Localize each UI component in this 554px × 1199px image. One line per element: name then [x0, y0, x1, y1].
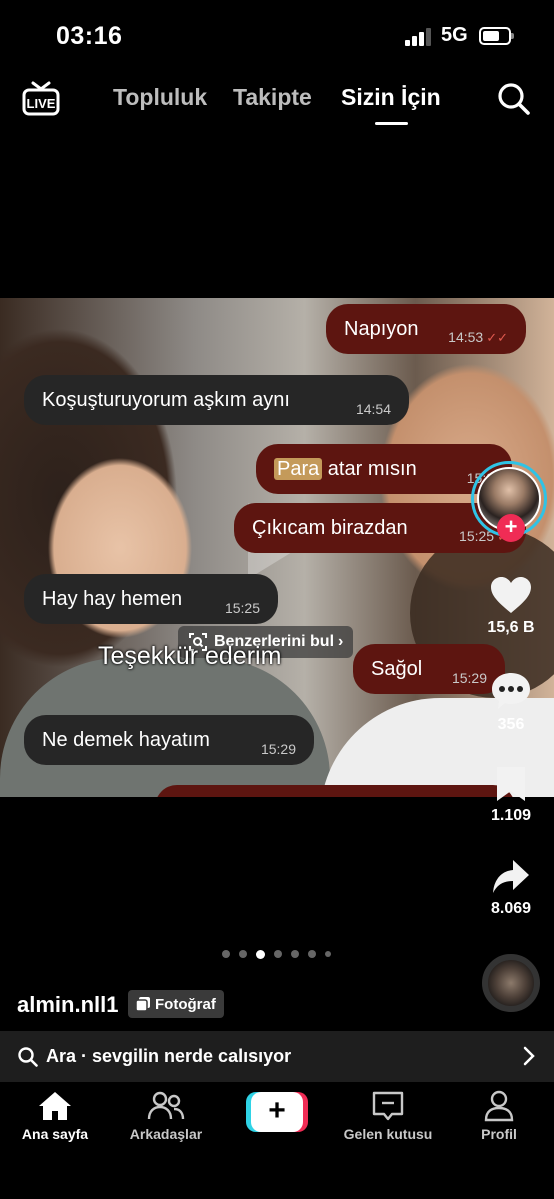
share-count: 8.069: [490, 900, 532, 917]
save-count: 1.109: [490, 807, 532, 824]
inbox-icon: [372, 1091, 404, 1121]
comment-button[interactable]: 356: [480, 670, 542, 734]
search-prefix: Ara: [46, 1046, 77, 1066]
chat-bubble: Ne demek hayatım 15:29: [24, 715, 314, 765]
read-ticks-icon: ✓✓: [486, 330, 508, 345]
caption-overlay: Teşekkür ederim: [98, 642, 282, 670]
home-icon: [39, 1092, 71, 1120]
search-icon[interactable]: [497, 82, 531, 116]
comment-count: 356: [497, 716, 525, 733]
post-photo[interactable]: Napıyon 14:53 ✓✓ Koşuşturuyorum aşkım ayn…: [0, 298, 554, 797]
friends-icon: [147, 1091, 185, 1120]
nav-inbox[interactable]: Gelen kutusu: [340, 1090, 436, 1142]
signal-icon: [405, 28, 433, 46]
music-disc[interactable]: [482, 954, 540, 1012]
live-label: LIVE: [27, 96, 56, 111]
photo-badge: Fotoğraf: [128, 990, 224, 1018]
chat-bubble: Hay hay hemen 15:25: [24, 574, 278, 624]
search-query: sevgilin nerde calısıyor: [92, 1046, 292, 1066]
profile-icon: [484, 1090, 514, 1122]
chevron-right-icon: ›: [338, 633, 344, 650]
network-type: 5G: [441, 24, 468, 46]
status-bar: 03:16 5G: [0, 0, 554, 70]
tab-for-you[interactable]: Sizin İçin: [341, 84, 441, 111]
active-tab-indicator: [375, 122, 408, 125]
comment-icon: [492, 673, 530, 709]
chat-bubble: Napıyon 14:53 ✓✓: [326, 304, 526, 354]
tab-following[interactable]: Takipte: [233, 84, 312, 111]
top-nav: LIVE Topluluk Takipte Sizin İçin: [0, 72, 554, 132]
username[interactable]: almin.nll1: [17, 992, 118, 1018]
create-button[interactable]: +: [246, 1092, 308, 1132]
bookmark-icon: [497, 767, 525, 801]
carousel-dots: [222, 949, 331, 959]
share-icon: [493, 860, 529, 893]
nav-friends[interactable]: Arkadaşlar: [126, 1090, 206, 1142]
chat-bubble-partial: [155, 785, 515, 797]
battery-icon: [479, 27, 514, 45]
chat-bubble: Koşuşturuyorum aşkım aynı 14:54: [24, 375, 409, 425]
photo-icon: [136, 997, 150, 1011]
save-button[interactable]: 1.109: [480, 765, 542, 825]
chevron-right-icon: [523, 1046, 535, 1066]
nav-home[interactable]: Ana sayfa: [20, 1090, 90, 1142]
plus-icon: +: [251, 1092, 303, 1132]
heart-icon: [491, 577, 531, 613]
share-button[interactable]: 8.069: [480, 858, 542, 918]
search-suggestion-bar[interactable]: Ara · sevgilin nerde calısıyor: [0, 1031, 554, 1082]
like-button[interactable]: 15,6 B: [480, 575, 542, 637]
nav-profile[interactable]: Profil: [474, 1090, 524, 1142]
live-icon[interactable]: LIVE: [22, 80, 60, 116]
like-count: 15,6 B: [487, 619, 535, 636]
follow-button[interactable]: +: [497, 514, 525, 542]
tab-community[interactable]: Topluluk: [113, 84, 207, 111]
search-icon: [18, 1046, 38, 1067]
bottom-nav: Ana sayfa Arkadaşlar + Gelen kutusu Prof…: [0, 1082, 554, 1199]
status-time: 03:16: [56, 22, 123, 50]
